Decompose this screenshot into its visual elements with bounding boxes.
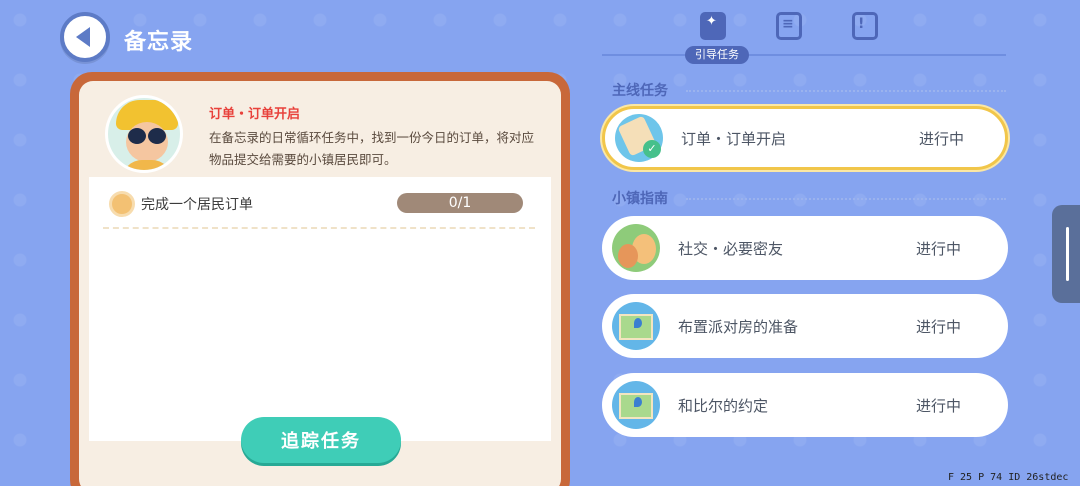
quest-name: 和比尔的约定 xyxy=(678,396,769,415)
quest-name: 订单・订单开启 xyxy=(681,129,787,148)
tab-guide[interactable]: ✦ xyxy=(700,12,726,40)
task-detail-inner: 订单・订单开启 在备忘录的日常循环任务中，找到一份今日的订单，将对应物品提交给需… xyxy=(79,81,561,486)
clipboard-icon: ≡ xyxy=(782,16,794,32)
side-drawer-handle[interactable] xyxy=(1052,205,1080,303)
objective-label: 完成一个居民订单 xyxy=(141,197,253,213)
quest-name: 社交・必要密友 xyxy=(678,239,784,258)
friends-icon xyxy=(612,224,660,272)
debug-overlay: F 25 P 74 ID 26stdec xyxy=(948,472,1069,483)
objective-progress: 0/1 xyxy=(397,193,523,213)
quest-item-order[interactable]: ✓ 订单・订单开启 进行中 xyxy=(602,106,1008,170)
coin-icon xyxy=(109,191,135,217)
page-title: 备忘录 xyxy=(124,30,194,55)
section-header-main: 主线任务 xyxy=(612,80,1006,100)
book-star-icon: ✦ xyxy=(706,14,717,29)
map-icon xyxy=(612,302,660,350)
bookmark-alert-icon: ! xyxy=(858,16,865,32)
task-title: 订单・订单开启 xyxy=(209,107,301,122)
map-icon xyxy=(612,381,660,429)
active-tab-label: 引导任务 xyxy=(685,46,749,64)
tab-bar: ✦ ≡ ! xyxy=(700,12,878,40)
divider xyxy=(103,227,535,229)
task-detail-card: 订单・订单开启 在备忘录的日常循环任务中，找到一份今日的订单，将对应物品提交给需… xyxy=(70,72,570,486)
quest-item-social[interactable]: 社交・必要密友 进行中 xyxy=(602,216,1008,280)
tab-clipboard[interactable]: ≡ xyxy=(776,12,802,40)
objective-panel: 完成一个居民订单 0/1 xyxy=(89,177,551,441)
task-description: 在备忘录的日常循环任务中，找到一份今日的订单，将对应物品提交给需要的小镇居民即可… xyxy=(209,130,535,167)
order-icon: ✓ xyxy=(615,114,663,162)
quest-name: 布置派对房的准备 xyxy=(678,317,799,336)
track-task-button[interactable]: 追踪任务 xyxy=(241,417,401,463)
handle-bar xyxy=(1066,227,1069,281)
quest-status: 进行中 xyxy=(916,396,962,415)
tab-alert[interactable]: ! xyxy=(852,12,878,40)
quest-status: 进行中 xyxy=(916,239,962,258)
quest-item-bill[interactable]: 和比尔的约定 进行中 xyxy=(602,373,1008,437)
back-arrow-icon xyxy=(76,27,90,47)
npc-avatar xyxy=(105,95,183,173)
back-button[interactable] xyxy=(60,12,110,62)
quest-item-party[interactable]: 布置派对房的准备 进行中 xyxy=(602,294,1008,358)
quest-status: 进行中 xyxy=(916,317,962,336)
quest-status: 进行中 xyxy=(919,129,965,148)
section-header-guide: 小镇指南 xyxy=(612,188,1006,208)
tab-underline xyxy=(602,54,1006,56)
